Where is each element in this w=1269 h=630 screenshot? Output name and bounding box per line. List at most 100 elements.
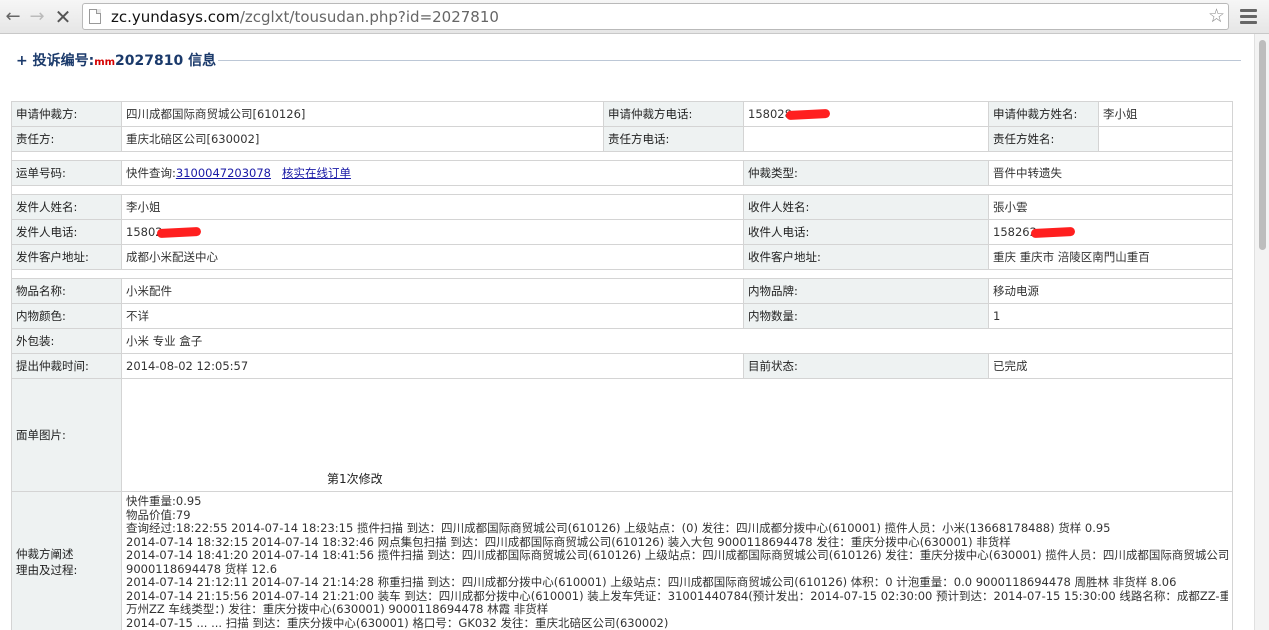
table-row: 面单图片: 第1次修改: [11, 378, 1233, 492]
packaging-label: 外包装:: [11, 328, 122, 354]
sender-name-label: 发件人姓名:: [11, 194, 122, 220]
log-line: 物品价值:79: [126, 508, 191, 522]
applicant-name-value: 李小姐: [1098, 101, 1233, 127]
responsible-name-value: [1098, 126, 1233, 152]
sender-address-value: 成都小米配送中心: [121, 244, 744, 270]
applicant-value: 四川成都国际商贸城公司[610126]: [121, 101, 604, 127]
goods-qty-label: 内物数量:: [743, 303, 989, 329]
table-separator: [11, 269, 1233, 279]
receiver-name-value: 張小雲: [988, 194, 1233, 220]
waybill-image-label: 面单图片:: [11, 378, 122, 492]
browser-menu-icon[interactable]: [1240, 9, 1257, 25]
title-divider: [218, 60, 1241, 61]
url-path: /zcglxt/tousudan.php?id=2027810: [239, 8, 499, 26]
goods-name-value: 小米配件: [121, 278, 744, 304]
waybill-cell: 快件查询:3100047203078 核实在线订单: [121, 160, 744, 186]
title-mark: mm: [94, 57, 116, 68]
receiver-name-label: 收件人姓名:: [743, 194, 989, 220]
log-line: 2014-07-14 21:12:11 2014-07-14 21:14:28 …: [126, 576, 1177, 589]
page-title: + 投诉编号:mm2027810 信息: [16, 50, 216, 70]
goods-qty-value: 1: [988, 303, 1233, 329]
applicant-phone-cell: 158028: [743, 101, 989, 127]
title-prefix: + 投诉编号:: [16, 53, 95, 69]
stop-loading-icon[interactable]: ✕: [52, 6, 74, 28]
page-content: + 投诉编号:mm2027810 信息 申请仲裁方: 四川成都国际商贸城公司[6…: [0, 35, 1254, 630]
table-row: 提出仲裁时间: 2014-08-02 12:05:57 目前状态: 已完成: [11, 353, 1233, 379]
responsible-label: 责任方:: [11, 126, 122, 152]
status-label: 目前状态:: [743, 353, 989, 379]
waybill-number-link[interactable]: 3100047203078: [176, 166, 271, 180]
receiver-phone-cell: 158262: [988, 219, 1233, 245]
responsible-phone-label: 责任方电话:: [603, 126, 744, 152]
image-caption: 第1次修改: [327, 472, 383, 486]
arbitration-type-label: 仲裁类型:: [743, 160, 989, 186]
responsible-value: 重庆北碚区公司[630002]: [121, 126, 604, 152]
waybill-query-prefix: 快件查询:: [126, 166, 176, 180]
process-label: 仲裁方阐述理由及过程:: [11, 491, 122, 630]
browser-toolbar: ← → ✕ zc.yundasys.com/zcglxt/tousudan.ph…: [0, 0, 1269, 34]
sender-phone-cell: 15802: [121, 219, 744, 245]
table-separator: [11, 185, 1233, 195]
complaint-info-table: 申请仲裁方: 四川成都国际商贸城公司[610126] 申请仲裁方电话: 1580…: [11, 101, 1233, 630]
goods-brand-label: 内物品牌:: [743, 278, 989, 304]
status-value: 已完成: [988, 353, 1233, 379]
bookmark-star-icon[interactable]: ☆: [1208, 5, 1225, 27]
table-row: 申请仲裁方: 四川成都国际商贸城公司[610126] 申请仲裁方电话: 1580…: [11, 101, 1233, 127]
url-host: zc.yundasys.com: [111, 8, 240, 26]
goods-color-value: 不详: [121, 303, 744, 329]
table-row: 内物颜色: 不详 内物数量: 1: [11, 303, 1233, 329]
process-log: 快件重量:0.95 物品价值:79 查询经过:18:22:55 2014-07-…: [121, 491, 1233, 630]
log-line: 2014-07-14 18:32:15 2014-07-14 18:32:46 …: [126, 535, 1011, 549]
table-row: 外包装: 小米 专业 盒子: [11, 328, 1233, 354]
sender-name-value: 李小姐: [121, 194, 744, 220]
back-arrow-icon[interactable]: ←: [2, 6, 24, 28]
goods-name-label: 物品名称:: [11, 278, 122, 304]
redaction-mark: [785, 108, 831, 121]
log-line: 2014-07-14 18:41:20 2014-07-14 18:41:56 …: [126, 549, 1228, 562]
table-row: 发件人电话: 15802 收件人电话: 158262: [11, 219, 1233, 245]
log-line: 2014-07-14 21:15:56 2014-07-14 21:21:00 …: [126, 589, 1228, 603]
packaging-value: 小米 专业 盒子: [121, 328, 1233, 354]
page-icon: [89, 9, 101, 24]
table-row: 运单号码: 快件查询:3100047203078 核实在线订单 仲裁类型: 晋件…: [11, 160, 1233, 186]
table-row: 物品名称: 小米配件 内物品牌: 移动电源: [11, 278, 1233, 304]
log-line: 9000118694478 货样 12.6: [126, 562, 278, 576]
process-label-line1: 仲裁方阐述: [16, 547, 74, 561]
receiver-phone-label: 收件人电话:: [743, 219, 989, 245]
sender-address-label: 发件客户地址:: [11, 244, 122, 270]
process-label-line2: 理由及过程:: [16, 563, 78, 577]
redaction-mark: [156, 226, 201, 239]
forward-arrow-icon[interactable]: →: [26, 6, 48, 28]
log-line: 万州ZZ 车线类型：) 发往：重庆分拨中心(630001) 9000118694…: [126, 603, 549, 616]
table-row: 责任方: 重庆北碚区公司[630002] 责任方电话: 责任方姓名:: [11, 126, 1233, 152]
waybill-label: 运单号码:: [11, 160, 122, 186]
applicant-name-label: 申请仲裁方姓名:: [988, 101, 1099, 127]
scrollbar-thumb[interactable]: [1259, 40, 1266, 250]
receiver-address-value: 重庆 重庆市 涪陵区南門山重百: [988, 244, 1233, 270]
applicant-phone-label: 申请仲裁方电话:: [603, 101, 744, 127]
sender-phone-label: 发件人电话:: [11, 219, 122, 245]
responsible-name-label: 责任方姓名:: [988, 126, 1099, 152]
table-row: 仲裁方阐述理由及过程: 快件重量:0.95 物品价值:79 查询经过:18:22…: [11, 491, 1233, 630]
complaint-id: 2027810 信息: [115, 53, 217, 69]
verify-order-link[interactable]: 核实在线订单: [282, 166, 351, 180]
address-bar[interactable]: zc.yundasys.com/zcglxt/tousudan.php?id=2…: [82, 3, 1229, 30]
applicant-label: 申请仲裁方:: [11, 101, 122, 127]
goods-brand-value: 移动电源: [988, 278, 1233, 304]
waybill-image-cell: 第1次修改: [121, 378, 1233, 492]
table-row: 发件客户地址: 成都小米配送中心 收件客户地址: 重庆 重庆市 涪陵区南門山重百: [11, 244, 1233, 270]
arbitration-type-value: 晋件中转遗失: [988, 160, 1233, 186]
redaction-mark: [1030, 226, 1076, 239]
responsible-phone-value: [743, 126, 989, 152]
log-line: 快件重量:0.95: [126, 495, 202, 508]
receiver-address-label: 收件客户地址:: [743, 244, 989, 270]
table-separator: [11, 151, 1233, 161]
table-row: 发件人姓名: 李小姐 收件人姓名: 張小雲: [11, 194, 1233, 220]
log-line: 2014-07-15 ... ... 扫描 到达：重庆分拨中心(630001) …: [126, 616, 669, 630]
submit-time-value: 2014-08-02 12:05:57: [121, 353, 744, 379]
vertical-scrollbar[interactable]: [1254, 34, 1269, 630]
log-line: 查询经过:18:22:55 2014-07-14 18:23:15 揽件扫描 到…: [126, 522, 1111, 535]
submit-time-label: 提出仲裁时间:: [11, 353, 122, 379]
goods-color-label: 内物颜色:: [11, 303, 122, 329]
url-text[interactable]: zc.yundasys.com/zcglxt/tousudan.php?id=2…: [111, 8, 499, 26]
